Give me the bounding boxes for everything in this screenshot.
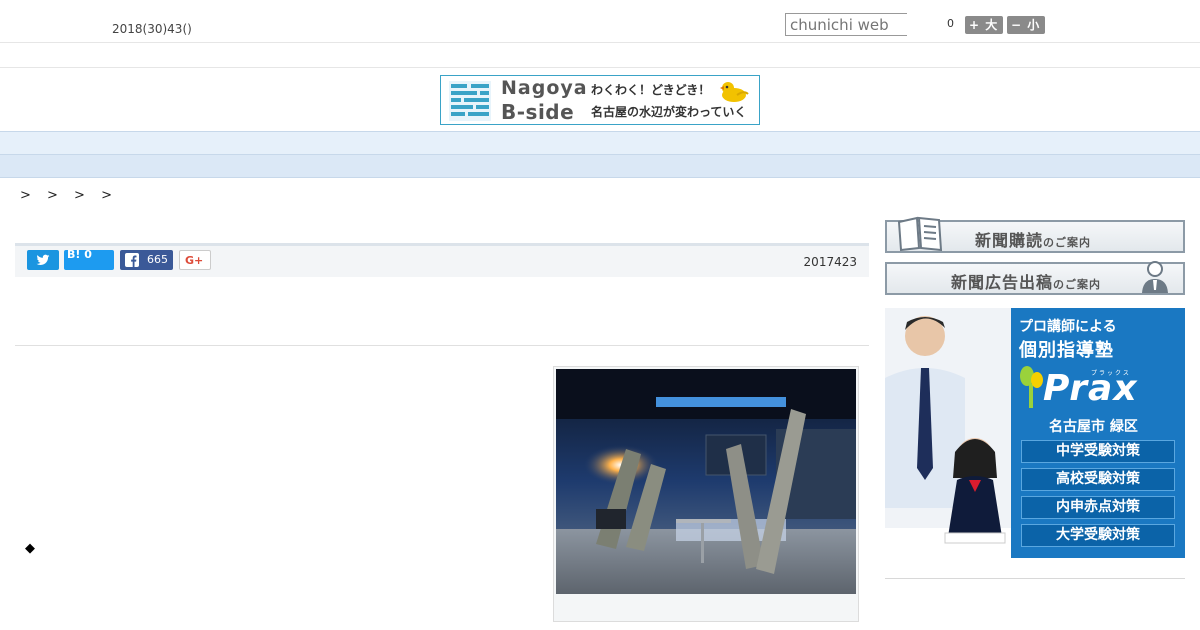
newspaper-subscription-button[interactable]: 新聞購読のご案内 bbox=[885, 216, 1185, 253]
prax-item-2: 高校受験対策 bbox=[1021, 468, 1175, 491]
current-date: 2018(30)43() bbox=[112, 22, 192, 36]
article-share-bar: B! 0 665 G+ 2017423 bbox=[15, 243, 869, 277]
facebook-icon bbox=[125, 253, 139, 267]
banner-word-bside: B-side bbox=[501, 100, 575, 124]
font-large-button[interactable]: + 大 bbox=[965, 16, 1003, 34]
nav-item-7[interactable] bbox=[648, 136, 688, 152]
advertising-note: のご案内 bbox=[1053, 278, 1102, 291]
businessman-icon bbox=[1142, 261, 1168, 293]
nav-item-6[interactable] bbox=[568, 136, 608, 152]
section-bullet: ◆ bbox=[25, 541, 35, 556]
prax-item-1: 中学受験対策 bbox=[1021, 440, 1175, 463]
prax-location: 名古屋市 緑区 bbox=[1049, 419, 1138, 435]
sidebar-divider bbox=[885, 578, 1185, 579]
top-utility-bar: 2018(30)43() 0 + 大 − 小 bbox=[0, 0, 1200, 43]
main-nav bbox=[0, 131, 1200, 155]
prax-item-3: 内申赤点対策 bbox=[1021, 496, 1175, 519]
hatena-count: 0 bbox=[84, 248, 92, 261]
nav-item-5[interactable] bbox=[488, 136, 528, 152]
article-photo-frame bbox=[553, 366, 859, 622]
font-small-button[interactable]: − 小 bbox=[1007, 16, 1045, 34]
article-divider bbox=[15, 345, 869, 346]
nav-item-4[interactable] bbox=[408, 136, 448, 152]
twitter-share-button[interactable] bbox=[27, 250, 59, 270]
subscription-label: 新聞購読のご案内 bbox=[975, 231, 1092, 250]
nav-item-3[interactable] bbox=[328, 136, 368, 152]
banner-tagline-1: わくわく！どきどき！ bbox=[591, 83, 711, 97]
hatena-label: B! 0 bbox=[67, 248, 92, 261]
prax-logo: Prax bbox=[1043, 368, 1138, 409]
font-size-counter: 0 bbox=[947, 17, 954, 30]
nav-item-2[interactable] bbox=[248, 136, 288, 152]
google-plus-share-button[interactable]: G+ bbox=[179, 250, 211, 270]
prax-headline-1: プロ講師による bbox=[1019, 319, 1117, 335]
prax-advertisement[interactable]: プロ講師による 個別指導塾 プラックス Prax 名古屋市 緑区 中学受験対策 … bbox=[885, 308, 1185, 558]
prax-sprout-icon bbox=[1020, 366, 1043, 408]
twitter-icon bbox=[36, 254, 50, 266]
nav-item-8[interactable] bbox=[728, 136, 768, 152]
newspaper-icon bbox=[897, 216, 943, 252]
teacher-and-student-photo bbox=[885, 308, 1015, 558]
sub-utility-bar bbox=[0, 43, 1200, 68]
article-photo[interactable] bbox=[556, 369, 856, 594]
prax-headline-2: 個別指導塾 bbox=[1019, 340, 1114, 361]
nav-item-1[interactable] bbox=[168, 136, 208, 152]
subscription-note: のご案内 bbox=[1043, 236, 1092, 249]
google-plus-icon: G+ bbox=[185, 254, 204, 267]
hatena-bookmark-button[interactable]: B! 0 bbox=[64, 248, 114, 270]
article-date: 2017423 bbox=[803, 255, 857, 269]
newspaper-advertising-button[interactable]: 新聞広告出稿のご案内 bbox=[885, 261, 1185, 295]
advertising-label: 新聞広告出稿のご案内 bbox=[951, 273, 1102, 292]
banner-logo-mark-icon bbox=[449, 81, 491, 121]
search-input[interactable] bbox=[785, 13, 907, 36]
breadcrumb[interactable]: > > > > bbox=[20, 188, 118, 203]
facebook-share-button[interactable]: 665 bbox=[120, 250, 173, 270]
duck-mascot-icon bbox=[720, 82, 749, 102]
nav-item-9[interactable] bbox=[808, 136, 848, 152]
sub-nav bbox=[0, 155, 1200, 178]
prax-item-4: 大学受験対策 bbox=[1021, 524, 1175, 547]
prax-info-panel: プロ講師による 個別指導塾 プラックス Prax 名古屋市 緑区 中学受験対策 … bbox=[1011, 308, 1185, 558]
nagoya-bside-banner[interactable]: Nagoya B-side わくわく！どきどき！ 名古屋の水辺が変わっていく bbox=[440, 75, 760, 125]
banner-word-nagoya: Nagoya bbox=[501, 77, 588, 99]
facebook-count: 665 bbox=[147, 253, 168, 266]
